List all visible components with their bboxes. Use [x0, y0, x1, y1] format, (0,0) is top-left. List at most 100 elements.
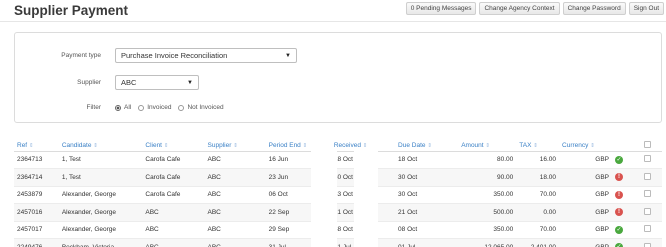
cell-supplier: ABC — [204, 238, 266, 247]
col-due-date[interactable]: Due Date ⇕ — [395, 140, 459, 152]
cell-supplier: ABC — [204, 151, 266, 169]
supplier-value: ABC — [121, 78, 137, 87]
cell-select — [640, 186, 662, 204]
payment-type-select[interactable]: Purchase Invoice Reconciliation ▼ — [115, 48, 297, 63]
cell-status: ! — [612, 186, 641, 204]
table-row[interactable]: 2364713 1, Test Carofa Cafe ABC 16 Jun 18 Oct… — [14, 151, 662, 169]
cell-tax: 0.00 — [516, 203, 560, 222]
cell-select — [640, 151, 662, 169]
filter-not-invoiced-label: Not Invoiced — [187, 104, 224, 111]
row-checkbox[interactable] — [643, 155, 651, 163]
table-row[interactable]: 2364714 1, Test Carofa Cafe ABC 23 Jun 30 Oct… — [14, 168, 662, 187]
filter-all-radio[interactable]: All — [115, 104, 131, 111]
redaction-strip — [354, 150, 378, 247]
row-checkbox[interactable] — [643, 225, 651, 233]
row-checkbox[interactable] — [643, 207, 651, 215]
cell-client: Carofa Cafe — [142, 168, 205, 187]
cell-ref[interactable]: 2364714 — [14, 168, 59, 187]
cell-currency: GBP — [559, 221, 612, 239]
cell-amount: 500.00 — [458, 203, 517, 222]
chevron-down-icon: ▼ — [187, 79, 193, 86]
cell-select — [640, 238, 662, 247]
cell-client: ABC — [142, 221, 205, 239]
cell-currency: GBP — [559, 151, 612, 169]
check-icon: ✓ — [615, 243, 623, 247]
cell-supplier: ABC — [204, 203, 266, 222]
cell-candidate: Alexander, George — [58, 203, 143, 222]
row-checkbox[interactable] — [643, 172, 651, 180]
col-tax[interactable]: TAX ⇕ — [516, 140, 560, 152]
cell-select — [640, 168, 662, 187]
cell-candidate: Alexander, George — [58, 186, 143, 204]
filter-all-label: All — [124, 104, 132, 111]
cell-status: ✓ — [612, 238, 641, 247]
cell-ref[interactable]: 2249476 — [14, 238, 59, 247]
alert-icon: ! — [615, 190, 623, 199]
payment-type-value: Purchase Invoice Reconciliation — [121, 51, 228, 60]
check-icon: ✓ — [615, 225, 623, 234]
cell-currency: GBP — [559, 168, 612, 187]
check-icon: ✓ — [615, 155, 623, 164]
cell-currency: GBP — [559, 186, 612, 204]
row-checkbox[interactable] — [643, 242, 651, 247]
top-actions: 0 Pending Messages Change Agency Context… — [405, 2, 664, 15]
radio-unchecked-icon — [138, 104, 145, 111]
col-status — [612, 140, 641, 152]
filter-panel: Payment type Purchase Invoice Reconcilia… — [14, 32, 662, 123]
filter-label: Filter — [86, 104, 101, 111]
change-agency-context-button[interactable]: Change Agency Context — [479, 2, 560, 15]
filter-invoiced-radio[interactable]: Invoiced — [138, 104, 171, 111]
cell-status: ✓ — [612, 151, 641, 169]
cell-currency: GBP — [559, 238, 612, 247]
change-password-button[interactable]: Change Password — [562, 2, 626, 15]
cell-due-date: 30 Oct — [395, 186, 459, 204]
cell-status: ! — [612, 168, 641, 187]
filter-radio-group: All Invoiced Not Invoiced — [115, 104, 224, 111]
table-body: 2364713 1, Test Carofa Cafe ABC 16 Jun 18 Oct… — [14, 151, 662, 247]
cell-client: ABC — [142, 203, 205, 222]
row-checkbox[interactable] — [643, 190, 651, 198]
cell-ref[interactable]: 2453879 — [14, 186, 59, 204]
table-row[interactable]: 2249476Beckham, VictoriaABCABC31 Jul31 J… — [14, 238, 662, 247]
cell-candidate: 1, Test — [58, 168, 143, 187]
alert-icon: ! — [615, 173, 623, 182]
col-supplier[interactable]: Supplier ⇕ — [204, 140, 266, 152]
col-candidate[interactable]: Candidate ⇕ — [58, 140, 143, 152]
table-row[interactable]: 2453879 Alexander, George Carofa Cafe ABC 06… — [14, 186, 662, 204]
cell-amount: 350.00 — [458, 186, 517, 204]
cell-candidate: Beckham, Victoria — [58, 238, 143, 247]
cell-ref[interactable]: 2364713 — [14, 151, 59, 169]
cell-status: ✓ — [612, 221, 641, 239]
cell-tax: 70.00 — [516, 186, 560, 204]
redaction-strip — [311, 150, 337, 247]
cell-due-date: 01 Jul — [395, 238, 459, 247]
cell-due-date: 21 Oct — [395, 203, 459, 222]
cell-candidate: Alexander, George — [58, 221, 143, 239]
chevron-down-icon: ▼ — [285, 52, 291, 59]
select-all-checkbox[interactable] — [643, 140, 651, 148]
col-ref[interactable]: Ref ⇕ — [14, 140, 59, 152]
cell-supplier: ABC — [204, 186, 266, 204]
table-row[interactable]: 2457017 Alexander, George ABC ABC 29 Sep 38 O… — [14, 221, 662, 239]
cell-tax: 70.00 — [516, 221, 560, 239]
col-amount[interactable]: Amount ⇕ — [458, 140, 517, 152]
col-client[interactable]: Client ⇕ — [142, 140, 205, 152]
pending-messages-button[interactable]: 0 Pending Messages — [405, 2, 477, 15]
col-select — [640, 140, 662, 152]
cell-amount: 90.00 — [458, 168, 517, 187]
cell-tax: 18.00 — [516, 168, 560, 187]
cell-supplier: ABC — [204, 168, 266, 187]
cell-due-date: 08 Oct — [395, 221, 459, 239]
col-currency[interactable]: Currency ⇕ — [559, 140, 612, 152]
supplier-select[interactable]: ABC ▼ — [115, 75, 199, 90]
radio-unchecked-icon — [178, 104, 185, 111]
table-row[interactable]: 2457016 Alexander, George ABC ABC 22 Sep 21 O… — [14, 203, 662, 222]
cell-ref[interactable]: 2457017 — [14, 221, 59, 239]
cell-ref[interactable]: 2457016 — [14, 203, 59, 222]
supplier-label: Supplier — [77, 79, 101, 86]
cell-status: ! — [612, 203, 641, 222]
cell-client: ABC — [142, 238, 205, 247]
filter-not-invoiced-radio[interactable]: Not Invoiced — [178, 104, 224, 111]
payment-type-label: Payment type — [61, 52, 101, 59]
sign-out-button[interactable]: Sign Out — [628, 2, 664, 15]
